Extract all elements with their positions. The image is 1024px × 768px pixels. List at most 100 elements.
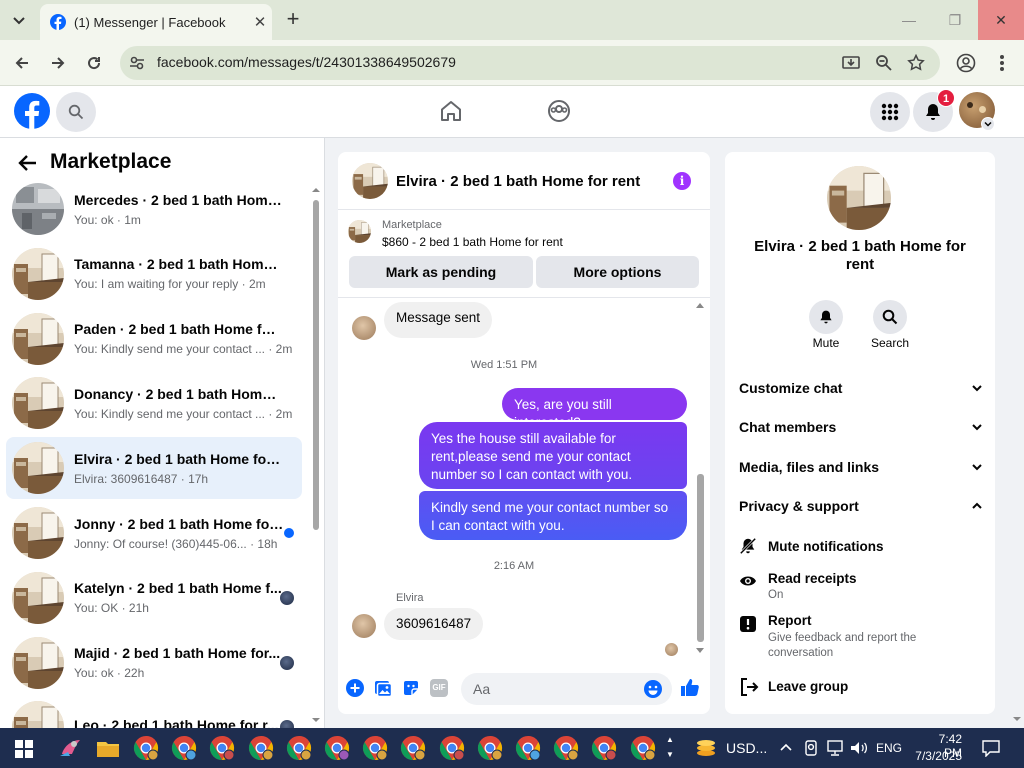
thumbs-up-icon[interactable] <box>680 677 700 697</box>
sender-label: Elvira <box>396 592 424 604</box>
back-arrow-button[interactable] <box>18 153 38 173</box>
conversation-scrollbar-track[interactable] <box>311 186 321 726</box>
restore-icon[interactable]: ❐ <box>932 0 978 40</box>
search-button[interactable] <box>873 300 907 334</box>
facebook-logo-icon[interactable] <box>14 93 50 129</box>
home-icon[interactable] <box>439 99 463 123</box>
mark-pending-button[interactable]: Mark as pending <box>349 256 533 288</box>
conversation-item[interactable]: Paden · 2 bed 1 bath Home for r... You: K… <box>6 308 302 370</box>
account-chevron-icon[interactable] <box>981 117 995 131</box>
camera-tray-icon[interactable] <box>804 740 818 756</box>
chrome-taskbar-icon[interactable] <box>552 734 580 762</box>
page-scroll-down-icon[interactable] <box>1012 715 1022 723</box>
profile-icon[interactable] <box>956 53 976 73</box>
notification-center-icon[interactable] <box>982 739 1000 757</box>
conversation-scrollbar-thumb[interactable] <box>313 200 319 530</box>
chrome-taskbar-icon[interactable] <box>590 734 618 762</box>
chrome-taskbar-icon[interactable] <box>629 734 657 762</box>
reload-icon[interactable] <box>81 50 107 76</box>
chrome-taskbar-icon[interactable] <box>438 734 466 762</box>
report-item[interactable]: Report Give feedback and report the conv… <box>739 612 983 659</box>
back-arrow-icon[interactable] <box>9 50 35 76</box>
currency-widget-label[interactable]: USD... <box>726 740 767 756</box>
tab-close-icon[interactable]: ✕ <box>248 13 272 31</box>
conversation-item[interactable]: Leo · 2 bed 1 bath Home for r... <box>6 696 302 728</box>
leave-group-item[interactable]: Leave group <box>739 676 983 698</box>
conversation-preview: Elvira: 3609616487 · 17h <box>74 471 209 486</box>
message-bubble-out[interactable]: Yes, are you still interested? <box>502 388 687 430</box>
conversation-item[interactable]: Mercedes · 2 bed 1 bath Home f... You: ok… <box>6 178 302 240</box>
windows-start-icon[interactable] <box>15 740 33 758</box>
message-bubble-out[interactable]: Yes the house still available for rent,p… <box>419 422 687 489</box>
chat-scrollbar-track[interactable] <box>695 302 707 657</box>
network-tray-icon[interactable] <box>826 740 844 756</box>
tab-search-icon[interactable] <box>8 10 30 32</box>
fb-search-button[interactable] <box>56 92 96 132</box>
section-customize-chat[interactable]: Customize chat <box>739 380 983 396</box>
message-bubble-out[interactable]: Kindly send me your contact number so I … <box>419 491 687 540</box>
chrome-taskbar-icon[interactable] <box>399 734 427 762</box>
minimize-icon[interactable]: — <box>886 0 932 40</box>
message-bubble-in[interactable]: Message sent <box>384 302 493 338</box>
emoji-icon[interactable] <box>644 680 662 698</box>
section-chat-members[interactable]: Chat members <box>739 419 983 435</box>
groups-icon[interactable] <box>547 99 571 123</box>
chrome-taskbar-icon[interactable] <box>323 734 351 762</box>
window-close-icon[interactable]: ✕ <box>978 0 1024 40</box>
photo-icon[interactable] <box>374 679 392 697</box>
chrome-taskbar-icon[interactable] <box>285 734 313 762</box>
chrome-taskbar-icon[interactable] <box>247 734 275 762</box>
taskbar-scroll[interactable]: ▲ ▼ <box>664 732 676 764</box>
message-input[interactable]: Aa <box>461 673 672 705</box>
more-options-button[interactable]: More options <box>536 256 699 288</box>
listing-banner[interactable]: Marketplace $860 - 2 bed 1 bath Home for… <box>338 210 710 250</box>
currency-widget-icon[interactable] <box>694 736 718 760</box>
chrome-taskbar-icon[interactable] <box>361 734 389 762</box>
conversation-item[interactable]: Tamanna · 2 bed 1 bath Home f... You: I a… <box>6 243 302 305</box>
menu-grid-button[interactable] <box>870 92 910 132</box>
conversation-item[interactable]: Majid · 2 bed 1 bath Home for... You: ok … <box>6 632 302 694</box>
chrome-taskbar-icon[interactable] <box>514 734 542 762</box>
tray-chevron-icon[interactable] <box>780 742 792 752</box>
chat-title[interactable]: Elvira · 2 bed 1 bath Home for rent <box>396 173 640 190</box>
chat-header: Elvira · 2 bed 1 bath Home for rent i <box>338 152 710 210</box>
info-icon[interactable]: i <box>673 172 691 190</box>
bookmark-star-icon[interactable] <box>907 54 925 72</box>
install-app-icon[interactable] <box>842 54 860 72</box>
mute-notifications-item[interactable]: Mute notifications <box>739 536 983 558</box>
clock-date[interactable]: 7/3/2025 <box>910 749 962 763</box>
forward-arrow-icon[interactable] <box>45 50 71 76</box>
seen-avatar <box>280 590 294 605</box>
volume-tray-icon[interactable] <box>850 740 868 756</box>
conversation-item[interactable]: Jonny · 2 bed 1 bath Home for... Jonny: O… <box>6 502 302 564</box>
language-indicator[interactable]: ENG <box>876 741 902 755</box>
file-explorer-icon[interactable] <box>94 734 122 762</box>
mute-button[interactable] <box>809 300 843 334</box>
sticker-icon[interactable] <box>402 679 420 697</box>
browser-menu-icon[interactable] <box>999 53 1005 73</box>
read-receipts-item[interactable]: Read receipts On <box>739 570 983 604</box>
app-icon[interactable] <box>56 734 84 762</box>
message-bubble-in[interactable]: 3609616487 <box>384 608 484 640</box>
gif-icon[interactable]: GIF <box>430 679 448 697</box>
section-media-files-links[interactable]: Media, files and links <box>739 459 983 475</box>
chat-avatar[interactable] <box>352 163 388 199</box>
conversation-name: Majid · 2 bed 1 bath Home for... <box>74 645 281 662</box>
zoom-icon[interactable] <box>875 54 893 72</box>
chrome-taskbar-icon[interactable] <box>170 734 198 762</box>
omnibox[interactable]: facebook.com/messages/t/2430133864950267… <box>120 46 940 80</box>
report-icon <box>740 616 756 632</box>
chat-scrollbar-thumb[interactable] <box>697 474 704 642</box>
chrome-taskbar-icon[interactable] <box>208 734 236 762</box>
conversation-item[interactable]: Elvira · 2 bed 1 bath Home for re... Elvi… <box>6 437 302 500</box>
conversation-item[interactable]: Donancy · 2 bed 1 bath Home fo... You: Ki… <box>6 372 302 434</box>
section-privacy-support[interactable]: Privacy & support <box>739 498 983 514</box>
browser-tab[interactable]: (1) Messenger | Facebook ✕ <box>40 4 272 40</box>
seen-avatar <box>665 643 678 656</box>
plus-icon[interactable] <box>346 679 364 697</box>
chrome-taskbar-icon[interactable] <box>132 734 160 762</box>
site-info-icon[interactable] <box>128 54 146 72</box>
chrome-taskbar-icon[interactable] <box>476 734 504 762</box>
new-tab-button[interactable]: + <box>282 8 304 30</box>
conversation-item[interactable]: Katelyn · 2 bed 1 bath Home f... You: OK … <box>6 567 302 629</box>
